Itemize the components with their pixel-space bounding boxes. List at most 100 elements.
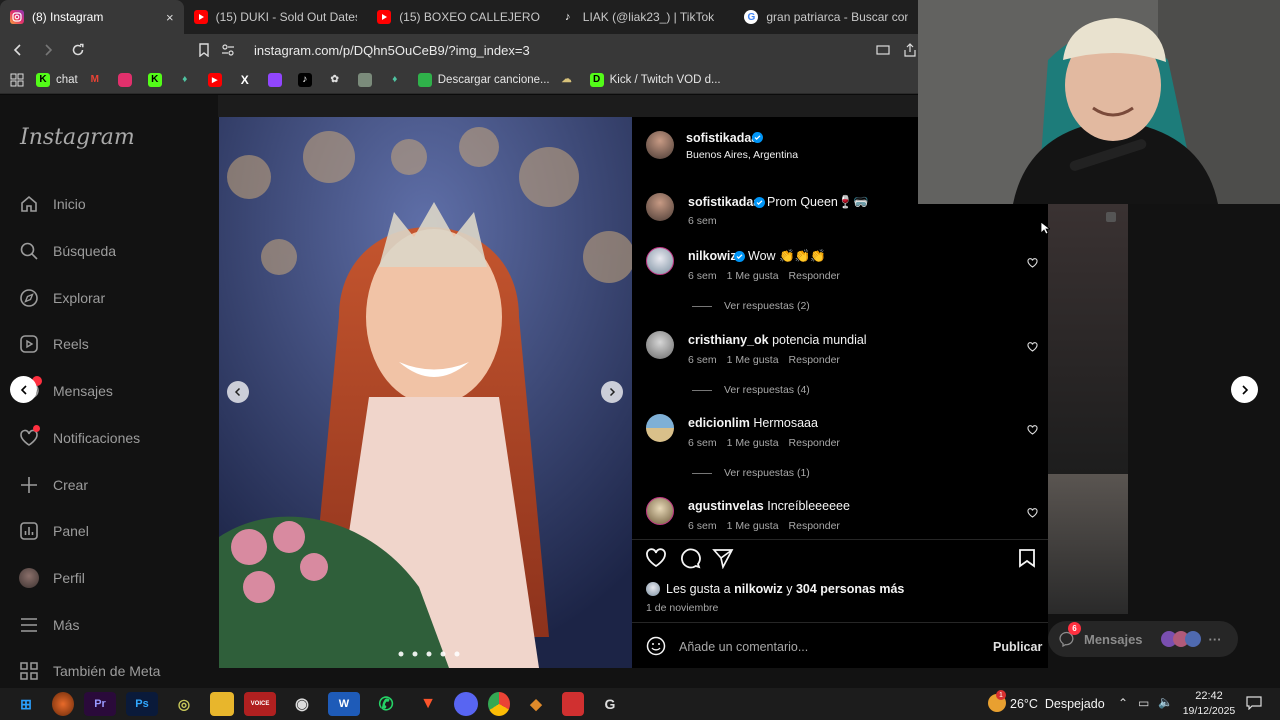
bookmark-youtube[interactable]: ▶ (207, 72, 228, 87)
bookmark-twitch[interactable] (267, 72, 288, 87)
prev-post-icon[interactable] (10, 376, 37, 403)
avatar[interactable] (646, 131, 674, 159)
close-icon[interactable]: × (166, 10, 174, 25)
premiere-icon[interactable]: Pr (84, 692, 116, 716)
likes-count[interactable]: 304 personas más (796, 582, 904, 596)
voicemeeter-icon[interactable]: VOICE (244, 692, 276, 716)
comment-input[interactable]: Añade un comentario... (679, 640, 808, 654)
comment-icon[interactable] (678, 547, 702, 569)
like-comment-icon[interactable] (1026, 507, 1038, 519)
bookmark-chat[interactable]: Kchat (36, 72, 78, 87)
bookmark-kick[interactable]: K (147, 72, 168, 87)
brave-icon[interactable]: ▼ (412, 692, 444, 716)
bookmark-drop2[interactable]: ♦ (388, 73, 408, 87)
sidebar-item-busqueda[interactable]: Búsqueda (18, 240, 116, 262)
sidebar-item-reels[interactable]: Reels (18, 333, 89, 355)
comment-likes[interactable]: 1 Me gusta (727, 354, 779, 366)
sidebar-item-explorar[interactable]: Explorar (18, 287, 105, 309)
share-icon[interactable] (711, 547, 735, 569)
comment-user[interactable]: cristhiany_ok (688, 333, 769, 347)
sidebar-item-notificaciones[interactable]: Notificaciones (18, 425, 140, 449)
emoji-icon[interactable] (646, 636, 666, 656)
discord-icon[interactable] (454, 692, 478, 716)
bookmark-cloud[interactable]: ☁ (560, 73, 580, 87)
avatar[interactable] (646, 414, 674, 442)
avatar[interactable] (646, 193, 674, 221)
likes-summary[interactable]: Les gusta a nilkowiz y 304 personas más (646, 582, 904, 596)
view-replies-button[interactable]: Ver respuestas (1) (692, 467, 810, 479)
chrome-icon[interactable] (488, 692, 510, 716)
reply-button[interactable]: Responder (789, 520, 840, 532)
app-icon[interactable] (562, 692, 584, 716)
comment-user[interactable]: agustinvelas (688, 499, 764, 513)
windows-icon[interactable]: ⊞ (10, 692, 42, 716)
tab-tiktok[interactable]: ♪ LIAK (@liak23_) | TikTok (551, 0, 735, 34)
comment-likes[interactable]: 1 Me gusta (727, 270, 779, 282)
sidebar-item-mas[interactable]: Más (18, 614, 79, 636)
sidebar-item-crear[interactable]: Crear (18, 474, 88, 496)
app-icon[interactable]: ◆ (520, 692, 552, 716)
tab-google[interactable]: G gran patriarca - Buscar con Goo (734, 0, 918, 34)
avatar[interactable] (646, 497, 674, 525)
share-icon[interactable] (902, 43, 918, 57)
app-icon[interactable] (52, 692, 74, 716)
back-icon[interactable] (6, 38, 30, 62)
reload-icon[interactable] (66, 38, 90, 62)
post-image[interactable] (219, 117, 632, 668)
reply-button[interactable]: Responder (789, 270, 840, 282)
view-replies-button[interactable]: Ver respuestas (2) (692, 300, 810, 312)
address-bar[interactable]: instagram.com/p/DQhn5OuCeB9/?img_index=3 (220, 38, 916, 62)
bookmark-vod[interactable]: D Kick / Twitch VOD d... (589, 72, 721, 87)
post-location[interactable]: Buenos Aires, Argentina (686, 149, 798, 161)
clock-time[interactable]: 22:42 (1186, 690, 1232, 702)
publish-button[interactable]: Publicar (993, 640, 1042, 654)
like-comment-icon[interactable] (1026, 424, 1038, 436)
carousel-prev-icon[interactable] (227, 381, 249, 403)
bookmark-icon[interactable] (196, 42, 212, 58)
save-icon[interactable] (1016, 547, 1038, 569)
bookmark-x[interactable]: X (238, 73, 258, 87)
tab-instagram[interactable]: (8) Instagram × (0, 0, 184, 34)
author-name[interactable]: sofistikadaa (686, 131, 758, 145)
bookmark-drop[interactable]: ♦ (178, 73, 198, 87)
view-replies-button[interactable]: Ver respuestas (4) (692, 384, 810, 396)
clock-date[interactable]: 19/12/2025 (1180, 705, 1238, 717)
messages-pill[interactable]: 6 Mensajes ··· (1048, 621, 1238, 657)
whatsapp-icon[interactable]: ✆ (370, 692, 402, 716)
volume-icon[interactable]: 🔈 (1158, 695, 1173, 709)
bookmark-tiktok[interactable]: ♪ (297, 72, 318, 87)
forward-icon[interactable] (36, 38, 60, 62)
bookmark-instagram[interactable] (117, 72, 138, 87)
sidebar-item-perfil[interactable]: Perfil (18, 567, 85, 589)
site-settings-icon[interactable] (220, 44, 236, 56)
like-comment-icon[interactable] (1026, 341, 1038, 353)
reply-button[interactable]: Responder (789, 354, 840, 366)
word-icon[interactable]: W (328, 692, 360, 716)
like-icon[interactable] (644, 547, 668, 569)
bookmark-openai[interactable]: ✿ (328, 73, 348, 87)
tab-youtube-boxeo[interactable]: (15) BOXEO CALLEJERO SIN GUA (367, 0, 551, 34)
sidebar-item-panel[interactable]: Panel (18, 520, 89, 542)
sidebar-item-meta[interactable]: También de Meta (18, 660, 160, 682)
comment-likes[interactable]: 1 Me gusta (727, 520, 779, 532)
photoshop-icon[interactable]: Ps (126, 692, 158, 716)
chevron-up-icon[interactable]: ⌃ (1118, 696, 1128, 710)
comment-user[interactable]: edicionlim (688, 416, 750, 430)
carousel-next-icon[interactable] (601, 381, 623, 403)
next-post-icon[interactable] (1231, 376, 1258, 403)
sidebar-item-inicio[interactable]: Inicio (18, 193, 86, 215)
avatar[interactable] (646, 247, 674, 275)
obs-icon[interactable]: ◉ (286, 692, 318, 716)
notifications-icon[interactable] (1245, 694, 1263, 712)
explorer-icon[interactable] (210, 692, 234, 716)
apps-icon[interactable] (8, 71, 26, 89)
install-icon[interactable] (875, 44, 891, 56)
reply-button[interactable]: Responder (789, 437, 840, 449)
comment-user[interactable]: nilkowiz (688, 249, 737, 263)
bookmark-gmail[interactable]: M (88, 73, 108, 87)
app-icon[interactable]: ◎ (168, 692, 200, 716)
bookmark-image[interactable] (357, 72, 378, 87)
network-icon[interactable]: ▭ (1138, 696, 1149, 710)
caption-user[interactable]: sofistikadaa (688, 195, 760, 209)
like-comment-icon[interactable] (1026, 257, 1038, 269)
